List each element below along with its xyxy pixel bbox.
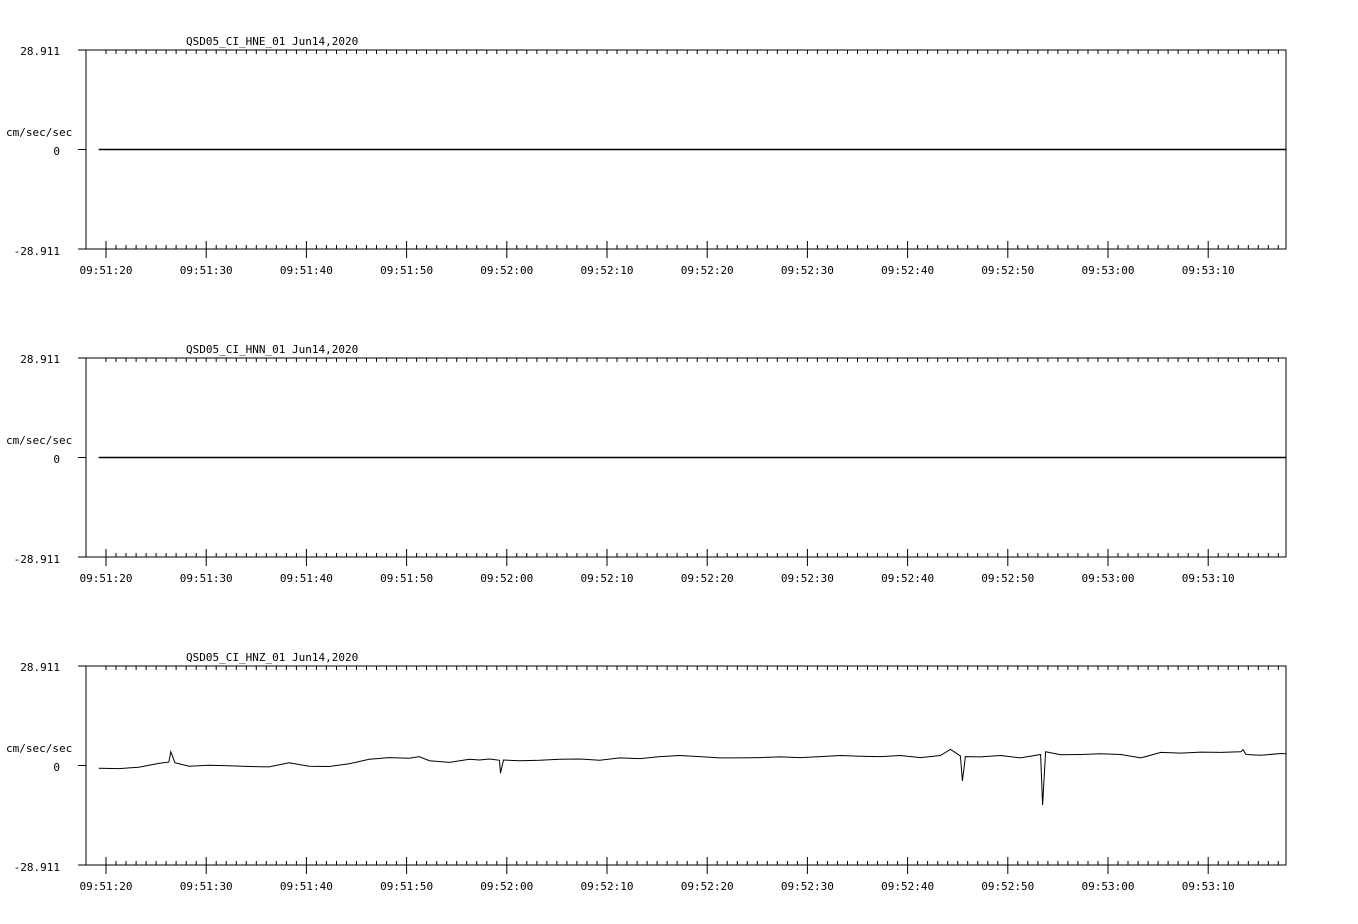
x-tick-label: 09:51:40 xyxy=(280,880,333,893)
x-tick-label: 09:52:30 xyxy=(781,264,834,277)
x-tick-label: 09:51:20 xyxy=(80,880,133,893)
y-tick-label-zero-hnn: 0 xyxy=(53,453,60,466)
y-tick-label-top-hnn: 28.911 xyxy=(20,353,60,366)
y-tick-label-zero-hnz: 0 xyxy=(53,761,60,774)
y-axis-label-hne: cm/sec/sec xyxy=(6,126,72,139)
panel-title-hnn: QSD05_CI_HNN_01 Jun14,2020 xyxy=(186,343,358,356)
x-tick-label: 09:51:50 xyxy=(380,572,433,585)
x-tick-label: 09:52:20 xyxy=(681,880,734,893)
y-axis-label-hnz: cm/sec/sec xyxy=(6,742,72,755)
x-tick-label: 09:52:40 xyxy=(881,880,934,893)
x-tick-label: 09:51:30 xyxy=(180,572,233,585)
x-tick-label: 09:52:20 xyxy=(681,572,734,585)
x-tick-label: 09:51:50 xyxy=(380,264,433,277)
x-tick-label: 09:51:40 xyxy=(280,572,333,585)
x-tick-label: 09:51:20 xyxy=(80,572,133,585)
plot-frame-hnz xyxy=(85,665,1287,866)
x-tick-label: 09:53:10 xyxy=(1182,264,1235,277)
x-tick-labels-hne: 09:51:20 09:51:30 09:51:40 09:51:50 09:52:00… xyxy=(80,264,1235,277)
x-tick-label: 09:52:50 xyxy=(981,880,1034,893)
x-tick-labels-hnn: 09:51:20 09:51:30 09:51:40 09:51:50 09:52:00… xyxy=(80,572,1235,585)
x-tick-label: 09:52:40 xyxy=(881,264,934,277)
panel-hne: QSD05_CI_HNE_01 Jun14,2020 28.911 cm/sec… xyxy=(6,35,1287,277)
y-tick-label-top-hnz: 28.911 xyxy=(20,661,60,674)
x-tick-label: 09:52:00 xyxy=(480,572,533,585)
x-tick-label: 09:52:10 xyxy=(581,572,634,585)
x-tick-label: 09:52:30 xyxy=(781,880,834,893)
x-tick-label: 09:52:20 xyxy=(681,264,734,277)
y-tick-label-bottom-hnn: -28.911 xyxy=(14,553,60,566)
x-tick-label: 09:52:10 xyxy=(581,264,634,277)
x-tick-label: 09:52:00 xyxy=(480,264,533,277)
y-tick-label-bottom-hne: -28.911 xyxy=(14,245,60,258)
x-tick-label: 09:51:40 xyxy=(280,264,333,277)
x-ticks-hnz xyxy=(78,665,1279,874)
panel-title-hne: QSD05_CI_HNE_01 Jun14,2020 xyxy=(186,35,358,48)
panel-hnz: QSD05_CI_HNZ_01 Jun14,2020 28.911 cm/sec… xyxy=(6,651,1287,893)
x-tick-label: 09:51:30 xyxy=(180,264,233,277)
y-tick-label-zero-hne: 0 xyxy=(53,145,60,158)
x-tick-labels-hnz: 09:51:20 09:51:30 09:51:40 09:51:50 09:52:00… xyxy=(80,880,1235,893)
x-tick-label: 09:53:00 xyxy=(1082,264,1135,277)
x-tick-label: 09:51:20 xyxy=(80,264,133,277)
seismogram-figure: QSD05_CI_HNE_01 Jun14,2020 28.911 cm/sec… xyxy=(6,35,1287,893)
x-tick-label: 09:51:30 xyxy=(180,880,233,893)
panel-title-hnz: QSD05_CI_HNZ_01 Jun14,2020 xyxy=(186,651,358,664)
x-tick-label: 09:52:10 xyxy=(581,880,634,893)
panel-hnn: QSD05_CI_HNN_01 Jun14,2020 28.911 cm/sec… xyxy=(6,343,1287,585)
x-tick-label: 09:51:50 xyxy=(380,880,433,893)
x-tick-label: 09:53:00 xyxy=(1082,880,1135,893)
x-tick-label: 09:52:50 xyxy=(981,572,1034,585)
x-tick-label: 09:52:50 xyxy=(981,264,1034,277)
x-tick-label: 09:52:30 xyxy=(781,572,834,585)
x-ticks-hne xyxy=(78,49,1279,258)
x-tick-label: 09:52:40 xyxy=(881,572,934,585)
x-tick-label: 09:53:00 xyxy=(1082,572,1135,585)
x-ticks-hnn xyxy=(78,357,1279,566)
x-tick-label: 09:53:10 xyxy=(1182,880,1235,893)
x-tick-label: 09:52:00 xyxy=(480,880,533,893)
y-tick-label-top-hne: 28.911 xyxy=(20,45,60,58)
waveform-hnz xyxy=(98,748,1287,806)
x-tick-label: 09:53:10 xyxy=(1182,572,1235,585)
y-axis-label-hnn: cm/sec/sec xyxy=(6,434,72,447)
y-tick-label-bottom-hnz: -28.911 xyxy=(14,861,60,874)
